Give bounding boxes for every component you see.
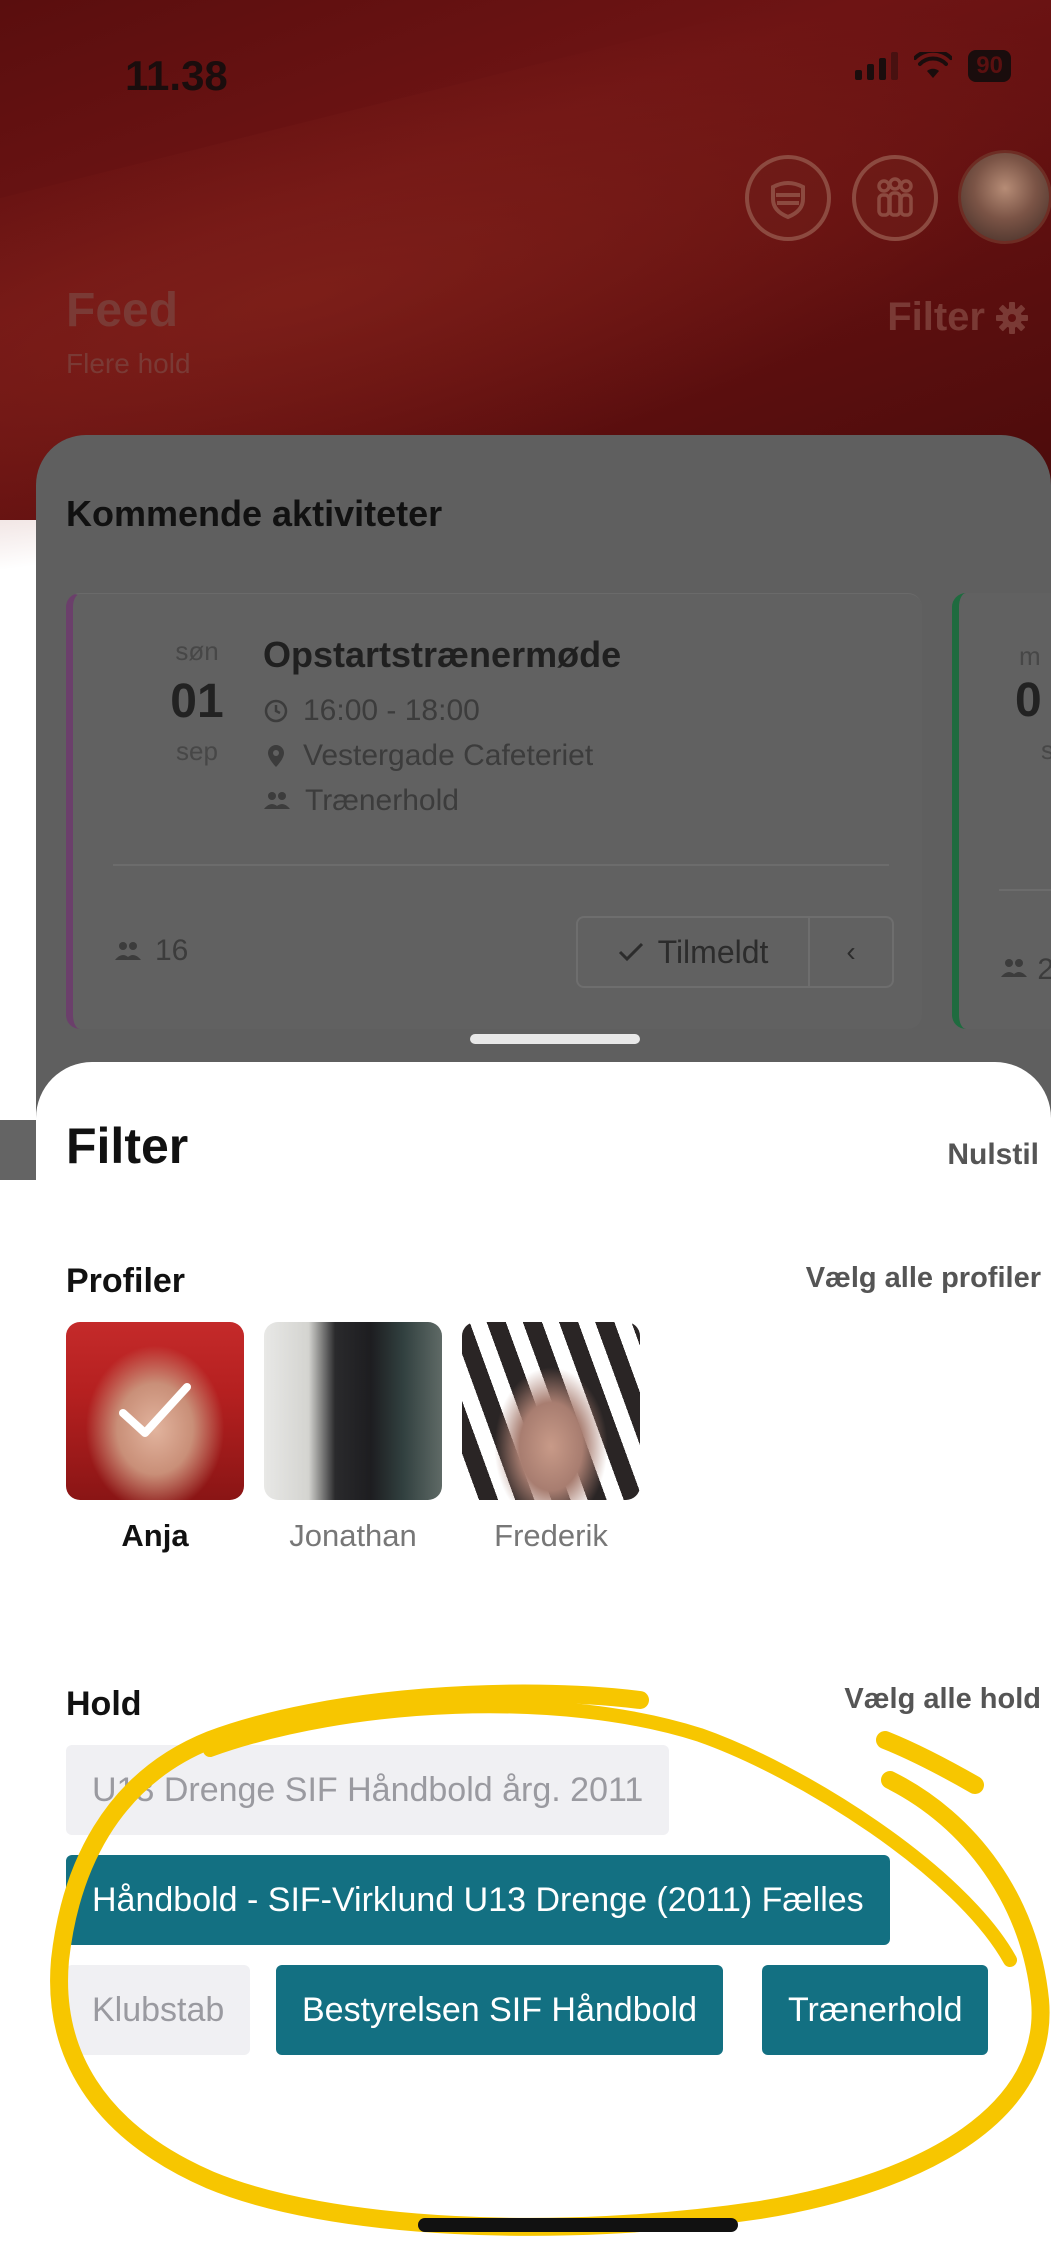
checkmark-icon (66, 1322, 244, 1500)
page-title: Feed (66, 284, 179, 337)
app-screen: 11.38 90 Feed Flere hold Filter Kommende… (0, 0, 1051, 2250)
signup-status[interactable]: Tilmeldt (578, 918, 810, 986)
location-pin-icon (268, 745, 284, 767)
activity-team-row: Trænerhold (263, 784, 459, 818)
participants-icon (1001, 959, 1027, 977)
profile-anja[interactable]: Anja (66, 1322, 244, 1554)
profile-name: Jonathan (289, 1518, 417, 1553)
signup-status-button[interactable]: Tilmeldt ‹ (576, 916, 894, 988)
team-chip[interactable]: Trænerhold (762, 1965, 989, 2055)
activity-time-row: 16:00 - 18:00 (263, 694, 480, 728)
check-icon (618, 942, 643, 962)
team-chip[interactable]: U13 Drenge SIF Håndbold årg. 2011 (66, 1745, 670, 1835)
profile-photo[interactable] (462, 1322, 640, 1500)
select-all-profiles-button[interactable]: Vælg alle profiler (806, 1262, 1041, 1295)
participant-count: 2 (999, 953, 1051, 987)
battery-indicator: 90 (968, 50, 1011, 82)
activity-day: søn (175, 636, 219, 666)
participant-count-value: 2 (1037, 953, 1051, 986)
select-all-teams-button[interactable]: Vælg alle hold (844, 1683, 1041, 1716)
teams-label: Hold (66, 1685, 142, 1723)
avatar[interactable] (958, 150, 1051, 244)
activity-location: Vestergade Cafeteriet (303, 739, 594, 772)
section-title: Kommende aktiviteter (66, 493, 443, 534)
team-chip[interactable]: Klubstab (66, 1965, 251, 2055)
participant-count: 16 (113, 934, 188, 968)
profile-frederik[interactable]: Frederik (462, 1322, 640, 1554)
club-icon[interactable] (745, 155, 831, 241)
profile-photo[interactable] (66, 1322, 244, 1500)
profile-photo[interactable] (264, 1322, 442, 1500)
profiles-label: Profiler (66, 1262, 186, 1300)
profile-name: Frederik (494, 1518, 608, 1553)
home-indicator (418, 2218, 738, 2232)
sheet-grabber[interactable] (470, 1034, 640, 1044)
wifi-icon (914, 52, 953, 78)
status-icons: 90 (855, 50, 1011, 82)
clock-icon (264, 699, 288, 723)
sheet-title: Filter (66, 1118, 189, 1174)
people-icon (877, 177, 913, 217)
activity-location-row: Vestergade Cafeteriet (263, 739, 593, 773)
gear-icon (996, 301, 1028, 334)
participant-count-value: 16 (155, 934, 189, 967)
activity-date: 01 (170, 675, 224, 728)
team-chip[interactable]: Bestyrelsen SIF Håndbold (276, 1965, 723, 2055)
filter-label: Filter (887, 295, 985, 339)
signup-status-label: Tilmeldt (657, 933, 769, 970)
reset-button[interactable]: Nulstil (947, 1138, 1039, 1172)
filter-button[interactable]: Filter (887, 295, 1029, 340)
signal-icon (855, 52, 899, 80)
status-time: 11.38 (125, 52, 228, 99)
activity-month: se (1041, 735, 1051, 765)
divider (113, 864, 889, 866)
divider (999, 889, 1051, 891)
profile-jonathan[interactable]: Jonathan (264, 1322, 442, 1554)
team-chip[interactable]: Håndbold - SIF-Virklund U13 Drenge (2011… (66, 1855, 890, 1945)
activity-month: sep (176, 736, 218, 766)
activity-team: Trænerhold (305, 784, 459, 817)
group-icon (264, 792, 290, 809)
chevron-left-icon[interactable]: ‹ (810, 936, 892, 968)
activity-card[interactable]: m 0 se 2 (952, 593, 1051, 1029)
activity-date: 0 (1015, 674, 1042, 727)
activity-day: m (1019, 641, 1041, 671)
activity-time: 16:00 - 18:00 (303, 694, 480, 727)
page-subtitle: Flere hold (66, 348, 191, 379)
shield-icon (771, 181, 805, 220)
activity-title: Opstartstrænermøde (263, 634, 622, 675)
profile-name: Anja (121, 1518, 189, 1553)
activity-card[interactable]: søn 01 sep Opstartstrænermøde 16:00 - 18… (66, 593, 922, 1029)
profile-list: Anja Jonathan Frederik (66, 1322, 640, 1554)
teams-icon[interactable] (852, 155, 938, 241)
filter-sheet (36, 1062, 1051, 2250)
participants-icon (115, 942, 141, 960)
